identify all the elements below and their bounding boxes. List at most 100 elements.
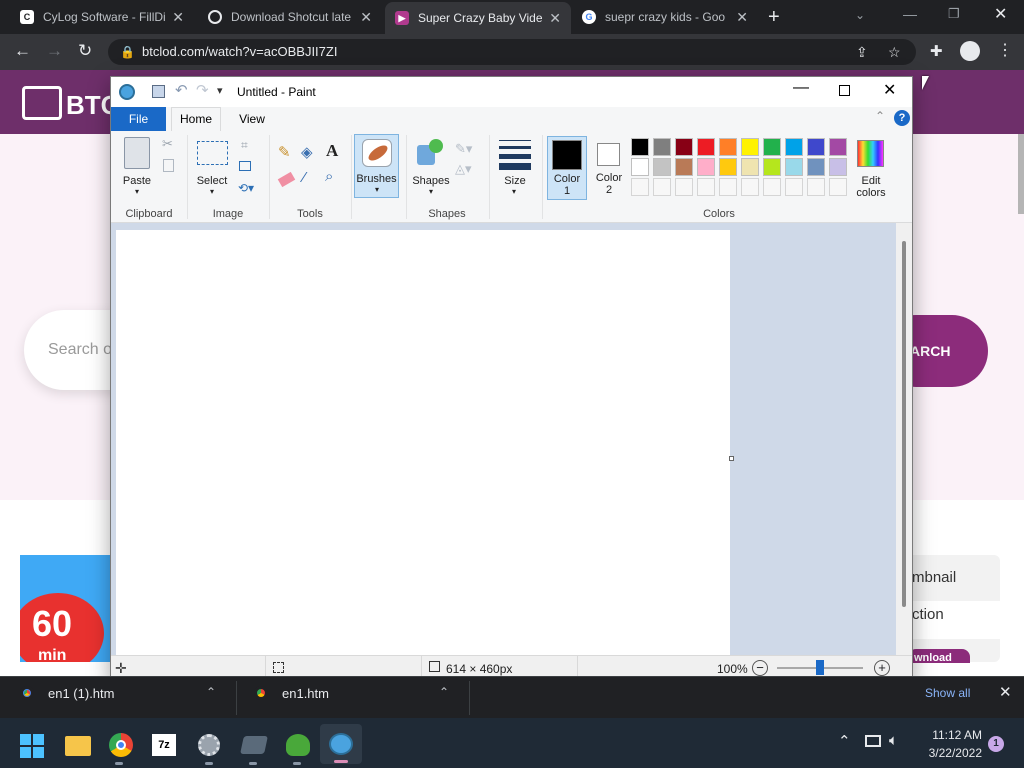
close-window-icon[interactable]: ✕	[994, 4, 1007, 24]
close-tab-icon[interactable]: ✕	[736, 9, 748, 26]
clock-time[interactable]: 11:12 AM	[920, 728, 982, 742]
palette-custom-slot[interactable]	[741, 178, 759, 196]
show-hidden-icons-icon[interactable]: ⌃	[838, 732, 851, 750]
shapes-button[interactable]: Shapes	[409, 175, 453, 187]
copy-icon[interactable]	[163, 159, 174, 172]
quick-access-dropdown-icon[interactable]: ▾	[217, 84, 223, 97]
network-icon[interactable]	[865, 735, 881, 747]
palette-color-swatch[interactable]	[653, 138, 671, 156]
palette-color-swatch[interactable]	[653, 158, 671, 176]
palette-color-swatch[interactable]	[719, 138, 737, 156]
site-logo-icon[interactable]	[22, 86, 62, 120]
zoom-slider-thumb[interactable]	[816, 660, 824, 675]
address-bar[interactable]: 🔒 btclod.com/watch?v=acOBBJII7ZI ⇪ ☆	[108, 39, 916, 65]
palette-color-swatch[interactable]	[807, 158, 825, 176]
home-tab[interactable]: Home	[171, 107, 221, 131]
palette-color-swatch[interactable]	[631, 138, 649, 156]
outline-icon[interactable]: ✎▾	[455, 141, 472, 157]
select-dropdown-icon[interactable]: ▾	[206, 187, 218, 196]
palette-color-swatch[interactable]	[719, 158, 737, 176]
redo-icon[interactable]: ↷	[196, 81, 209, 99]
canvas-resize-handle[interactable]	[729, 456, 734, 461]
browser-menu-icon[interactable]: ⋮	[997, 40, 1013, 60]
drawing-canvas[interactable]	[116, 230, 730, 656]
resize-icon[interactable]	[239, 161, 251, 171]
vertical-scrollbar[interactable]	[896, 223, 912, 655]
palette-color-swatch[interactable]	[829, 158, 847, 176]
help-icon[interactable]: ?	[894, 110, 910, 126]
extensions-icon[interactable]: ✚	[930, 42, 943, 60]
palette-color-swatch[interactable]	[829, 138, 847, 156]
paint-taskbar-active[interactable]	[320, 724, 362, 764]
palette-color-swatch[interactable]	[807, 138, 825, 156]
view-tab[interactable]: View	[229, 107, 275, 131]
collapse-ribbon-icon[interactable]: ⌃	[875, 109, 885, 123]
paint-minimize-icon[interactable]: —	[793, 79, 809, 97]
close-tab-icon[interactable]: ✕	[549, 10, 561, 27]
bookmark-star-icon[interactable]: ☆	[888, 39, 901, 65]
tab-search-icon[interactable]: ⌄	[855, 8, 865, 22]
palette-custom-slot[interactable]	[719, 178, 737, 196]
new-tab-icon[interactable]: +	[768, 6, 780, 29]
file-explorer-icon[interactable]	[65, 736, 91, 756]
text-tool-icon[interactable]: A	[326, 141, 338, 161]
edit-colors-label-2[interactable]: colors	[847, 187, 895, 199]
palette-color-swatch[interactable]	[785, 138, 803, 156]
edit-colors-icon[interactable]	[857, 140, 884, 167]
notification-badge[interactable]: 1	[988, 736, 1004, 752]
video-thumbnail[interactable]: 60 min	[20, 555, 112, 662]
tab-google-search[interactable]: G suepr crazy kids - Goo ✕	[572, 0, 758, 34]
download-item-2-chevron-icon[interactable]: ⌃	[439, 685, 449, 699]
palette-custom-slot[interactable]	[829, 178, 847, 196]
chrome-icon[interactable]	[109, 733, 133, 757]
share-icon[interactable]: ⇪	[856, 39, 868, 65]
fill-style-icon[interactable]: ◬▾	[455, 161, 472, 177]
palette-color-swatch[interactable]	[675, 158, 693, 176]
palette-color-swatch[interactable]	[675, 138, 693, 156]
magnifier-icon[interactable]: ⌕	[325, 168, 333, 185]
clock-date[interactable]: 3/22/2022	[920, 746, 982, 760]
paint-app-icon[interactable]	[119, 84, 135, 100]
shapes-dropdown-icon[interactable]: ▾	[425, 187, 437, 196]
color-picker-icon[interactable]: ⁄	[303, 169, 306, 186]
size-button[interactable]: Size	[493, 175, 537, 187]
7zip-icon[interactable]: 7z	[152, 734, 176, 756]
palette-color-swatch[interactable]	[741, 138, 759, 156]
paste-dropdown-icon[interactable]: ▾	[131, 187, 143, 196]
tab-thumbnail[interactable]: mbnail	[912, 569, 956, 586]
tab-section[interactable]: ction	[912, 606, 944, 623]
color1-button[interactable]: Color 1	[547, 136, 587, 200]
palette-color-swatch[interactable]	[697, 158, 715, 176]
profile-avatar-icon[interactable]	[960, 41, 980, 61]
page-scrollbar-thumb[interactable]	[1018, 134, 1024, 214]
scrollbar-thumb[interactable]	[902, 241, 906, 607]
size-dropdown-icon[interactable]: ▾	[508, 187, 520, 196]
close-tab-icon[interactable]: ✕	[360, 9, 372, 26]
palette-custom-slot[interactable]	[763, 178, 781, 196]
eraser-icon[interactable]	[277, 171, 296, 188]
palette-color-swatch[interactable]	[741, 158, 759, 176]
tab-super-crazy-baby[interactable]: ▶ Super Crazy Baby Vide ✕	[385, 2, 571, 34]
rotate-icon[interactable]: ⟲▾	[238, 181, 254, 195]
forward-icon[interactable]: →	[46, 41, 63, 61]
palette-color-swatch[interactable]	[697, 138, 715, 156]
paste-icon[interactable]	[124, 137, 150, 169]
volume-icon[interactable]: 🔈︎	[889, 732, 898, 749]
cut-icon[interactable]: ✂	[162, 136, 173, 152]
edit-colors-label[interactable]: Edit	[847, 175, 895, 187]
download-item-1-name[interactable]: en1 (1).htm	[48, 686, 114, 701]
settings-gear-icon[interactable]	[198, 734, 220, 756]
close-tab-icon[interactable]: ✕	[172, 9, 184, 26]
size-icon[interactable]	[499, 140, 531, 170]
shapes-icon[interactable]	[417, 139, 443, 167]
pencil-icon[interactable]: ✎	[278, 143, 291, 161]
select-icon[interactable]	[197, 141, 228, 165]
palette-color-swatch[interactable]	[631, 158, 649, 176]
snipping-tool-icon[interactable]	[240, 736, 268, 754]
brushes-button[interactable]: Brushes ▾	[354, 134, 399, 198]
palette-custom-slot[interactable]	[675, 178, 693, 196]
tab-cylog[interactable]: C CyLog Software - FillDi ✕	[10, 0, 194, 34]
paint-maximize-icon[interactable]	[839, 85, 850, 96]
download-button[interactable]: wnload	[908, 649, 970, 663]
paste-button[interactable]: Paste	[117, 175, 157, 187]
